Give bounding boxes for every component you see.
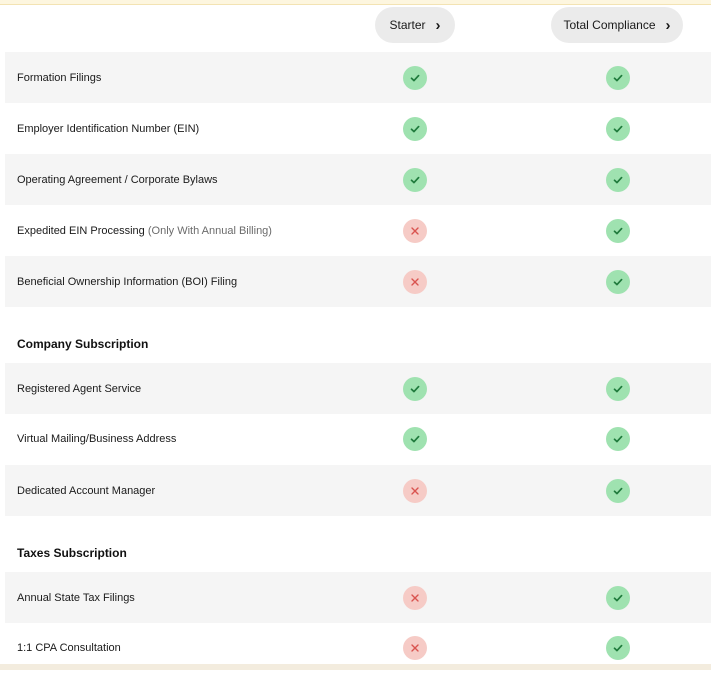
cross-icon (403, 585, 427, 610)
table-row: Beneficial Ownership Information (BOI) F… (5, 256, 711, 307)
check-icon (606, 167, 630, 192)
row-label: Employer Identification Number (EIN) (17, 122, 200, 135)
row-label: Expedited EIN Processing (17, 224, 148, 237)
table-row: Annual State Tax Filings (5, 572, 711, 623)
bottom-banner-edge (0, 664, 711, 670)
table-row: Virtual Mailing/Business Address (5, 413, 711, 464)
row-label: Beneficial Ownership Information (BOI) F… (17, 275, 238, 288)
row-label: Annual State Tax Filings (17, 591, 135, 604)
cross-icon (403, 478, 427, 503)
chevron-right-icon: › (435, 16, 441, 34)
check-icon (403, 116, 427, 141)
table-row: Expedited EIN Processing (Only With Annu… (5, 205, 711, 256)
section-title-company-subscription: Company Subscription (17, 337, 149, 351)
table-row: Employer Identification Number (EIN) (5, 103, 711, 154)
table-row: Registered Agent Service (5, 363, 711, 414)
table-row: Dedicated Account Manager (5, 465, 711, 516)
check-icon (606, 478, 630, 503)
row-label: Dedicated Account Manager (17, 484, 156, 497)
plan-button-starter[interactable]: Starter › (375, 7, 455, 43)
check-icon (606, 218, 630, 243)
row-label: 1:1 CPA Consultation (17, 641, 121, 654)
row-label: Operating Agreement / Corporate Bylaws (17, 173, 218, 186)
plan-label: Total Compliance (563, 18, 656, 32)
row-label: Virtual Mailing/Business Address (17, 432, 177, 445)
row-label: Registered Agent Service (17, 382, 142, 395)
chevron-right-icon: › (665, 16, 671, 34)
check-icon (403, 167, 427, 192)
table-row: Operating Agreement / Corporate Bylaws (5, 154, 711, 205)
check-icon (403, 376, 427, 401)
cross-icon (403, 269, 427, 294)
check-icon (403, 426, 427, 451)
cross-icon (403, 635, 427, 660)
check-icon (606, 65, 630, 90)
check-icon (403, 65, 427, 90)
plan-button-total-compliance[interactable]: Total Compliance › (551, 7, 683, 43)
cross-icon (403, 218, 427, 243)
row-note: (Only With Annual Billing) (147, 224, 272, 237)
plan-label: Starter (389, 18, 426, 32)
check-icon (606, 426, 630, 451)
check-icon (606, 376, 630, 401)
top-banner-edge (0, 0, 711, 5)
check-icon (606, 116, 630, 141)
section-title-taxes-subscription: Taxes Subscription (17, 546, 127, 560)
check-icon (606, 269, 630, 294)
check-icon (606, 635, 630, 660)
check-icon (606, 585, 630, 610)
table-row: Formation Filings (5, 52, 711, 103)
row-label: Formation Filings (17, 71, 102, 84)
